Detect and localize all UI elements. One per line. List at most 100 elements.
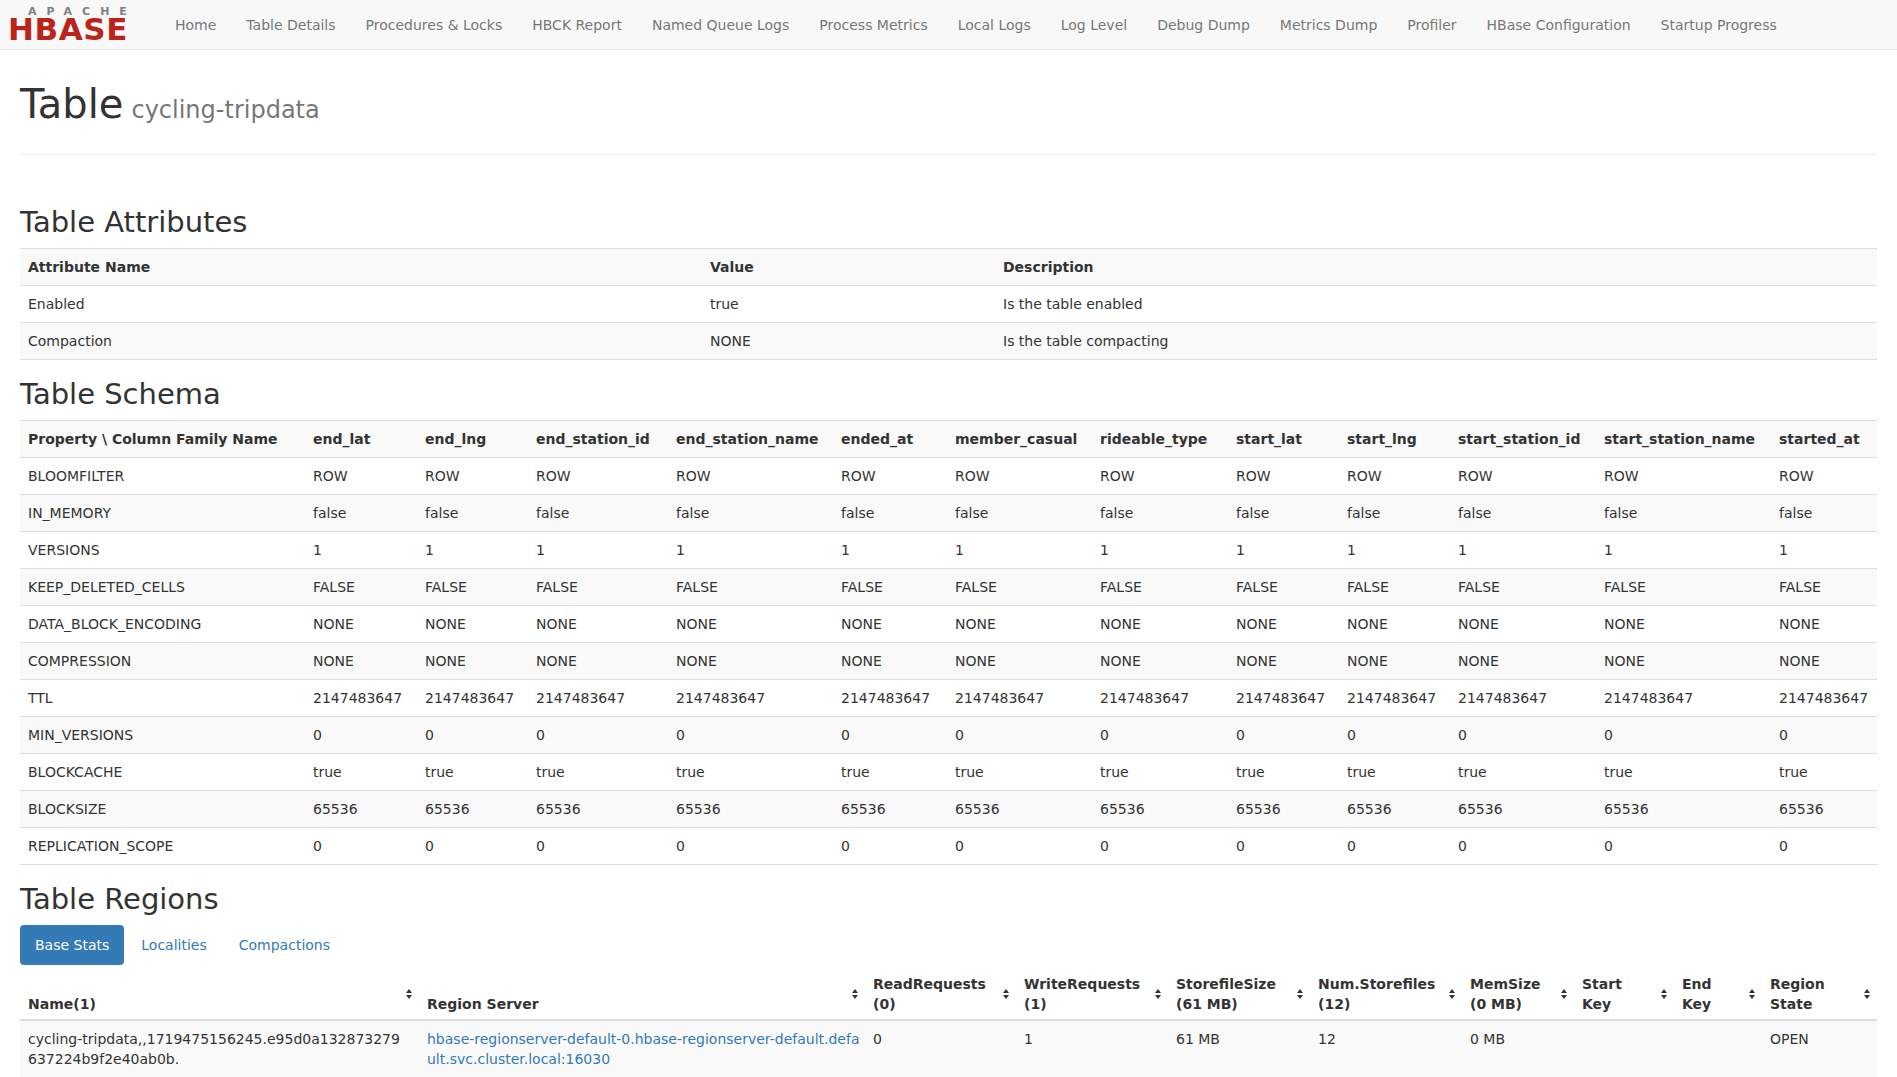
- sort-asc-arrow: [1749, 989, 1755, 993]
- attributes-header-row: Attribute NameValueDescription: [20, 248, 1877, 285]
- navbar-item[interactable]: Procedures & Locks: [351, 17, 518, 33]
- sort-icon[interactable]: [1561, 989, 1567, 999]
- schema-value-cell: true: [668, 753, 833, 790]
- column-family-header: end_lat: [305, 420, 417, 457]
- sort-asc-arrow: [852, 989, 858, 993]
- sort-icon[interactable]: [1661, 989, 1667, 999]
- schema-value-cell: NONE: [1771, 605, 1877, 642]
- navbar-item[interactable]: Local Logs: [943, 17, 1046, 33]
- navbar-item[interactable]: HBCK Report: [517, 17, 637, 33]
- tab-label[interactable]: Base Stats: [20, 925, 124, 965]
- schema-value-cell: FALSE: [947, 568, 1092, 605]
- sort-desc-arrow: [1449, 995, 1455, 999]
- schema-value-cell: NONE: [528, 605, 668, 642]
- schema-value-cell: false: [833, 494, 947, 531]
- navbar-item[interactable]: Startup Progress: [1646, 17, 1792, 33]
- sort-icon[interactable]: [1297, 989, 1303, 999]
- schema-value-cell: 1: [833, 531, 947, 568]
- schema-value-cell: FALSE: [417, 568, 528, 605]
- schema-value-cell: 1: [417, 531, 528, 568]
- sort-desc-arrow: [852, 995, 858, 999]
- sortable-column-header[interactable]: WriteRequests (1): [1016, 969, 1168, 1020]
- navbar-item[interactable]: Profiler: [1392, 17, 1471, 33]
- page-title-text: Table: [20, 81, 123, 127]
- sort-icon[interactable]: [1749, 989, 1755, 999]
- column-family-header: started_at: [1771, 420, 1877, 457]
- schema-property-cell: KEEP_DELETED_CELLS: [20, 568, 305, 605]
- navbar-item[interactable]: Process Metrics: [804, 17, 942, 33]
- sort-desc-arrow: [1297, 995, 1303, 999]
- navbar-item[interactable]: Table Details: [231, 17, 350, 33]
- sort-icon[interactable]: [1155, 989, 1161, 999]
- sort-icon[interactable]: [406, 989, 412, 999]
- region-server-cell: hbase-regionserver-default-0.hbase-regio…: [419, 1020, 865, 1077]
- schema-value-cell: false: [528, 494, 668, 531]
- tab-label[interactable]: Localities: [126, 925, 221, 965]
- sortable-column-header[interactable]: ReadRequests (0): [865, 969, 1016, 1020]
- sortable-column-header[interactable]: MemSize (0 MB): [1462, 969, 1574, 1020]
- column-header-label: Region State: [1770, 974, 1825, 1014]
- navbar-item[interactable]: Named Queue Logs: [637, 17, 804, 33]
- navbar-item[interactable]: Home: [160, 17, 231, 33]
- sort-asc-arrow: [406, 989, 412, 993]
- schema-value-cell: 0: [305, 716, 417, 753]
- schema-value-cell: 65536: [1450, 790, 1596, 827]
- region-state-cell: OPEN: [1762, 1020, 1877, 1077]
- schema-value-cell: false: [1339, 494, 1450, 531]
- schema-value-cell: NONE: [668, 642, 833, 679]
- schema-value-cell: 1: [1339, 531, 1450, 568]
- table-attributes: Attribute NameValueDescriptionEnabledtru…: [20, 248, 1877, 360]
- schema-value-cell: 2147483647: [1228, 679, 1339, 716]
- navbar-menu: HomeTable DetailsProcedures & LocksHBCK …: [160, 17, 1792, 33]
- sortable-column-header[interactable]: Start Key: [1574, 969, 1674, 1020]
- regions-tabs: Base StatsLocalitiesCompactions: [20, 925, 1877, 965]
- sort-icon[interactable]: [1864, 989, 1870, 999]
- schema-property-cell: TTL: [20, 679, 305, 716]
- schema-value-cell: 2147483647: [417, 679, 528, 716]
- schema-value-cell: NONE: [833, 642, 947, 679]
- region-server-link[interactable]: hbase-regionserver-default-0.hbase-regio…: [427, 1031, 859, 1067]
- schema-value-cell: 65536: [1339, 790, 1450, 827]
- sort-icon[interactable]: [1003, 989, 1009, 999]
- schema-value-cell: 65536: [417, 790, 528, 827]
- schema-row: BLOCKCACHEtruetruetruetruetruetruetruetr…: [20, 753, 1877, 790]
- schema-value-cell: FALSE: [1596, 568, 1771, 605]
- sortable-column-header[interactable]: Region Server: [419, 969, 865, 1020]
- column-family-header: start_lng: [1339, 420, 1450, 457]
- schema-value-cell: 65536: [1228, 790, 1339, 827]
- read-requests-cell: 0: [865, 1020, 1016, 1077]
- schema-value-cell: FALSE: [668, 568, 833, 605]
- navbar-item[interactable]: Log Level: [1046, 17, 1142, 33]
- column-header-label: End Key: [1682, 974, 1712, 1014]
- navbar-item[interactable]: Metrics Dump: [1265, 17, 1392, 33]
- schema-value-cell: true: [833, 753, 947, 790]
- schema-value-cell: NONE: [668, 605, 833, 642]
- column-header: Description: [995, 248, 1877, 285]
- schema-value-cell: NONE: [1339, 642, 1450, 679]
- sortable-column-header[interactable]: End Key: [1674, 969, 1762, 1020]
- schema-value-cell: true: [1771, 753, 1877, 790]
- sortable-column-header[interactable]: StorefileSize (61 MB): [1168, 969, 1310, 1020]
- sort-icon[interactable]: [852, 989, 858, 999]
- tab-label[interactable]: Compactions: [224, 925, 345, 965]
- schema-value-cell: 1: [528, 531, 668, 568]
- hbase-logo[interactable]: APACHE HBASE: [8, 6, 144, 41]
- sortable-column-header[interactable]: Region State: [1762, 969, 1877, 1020]
- schema-value-cell: false: [417, 494, 528, 531]
- schema-value-cell: ROW: [1228, 457, 1339, 494]
- end-key-cell: [1674, 1020, 1762, 1077]
- sortable-column-header[interactable]: Num.Storefiles (12): [1310, 969, 1462, 1020]
- navbar-item[interactable]: Debug Dump: [1142, 17, 1265, 33]
- sort-desc-arrow: [406, 995, 412, 999]
- schema-value-cell: false: [305, 494, 417, 531]
- sortable-column-header[interactable]: Name(1): [20, 969, 419, 1020]
- column-header: Value: [702, 248, 995, 285]
- sort-asc-arrow: [1449, 989, 1455, 993]
- sort-icon[interactable]: [1449, 989, 1455, 999]
- sort-desc-arrow: [1561, 995, 1567, 999]
- schema-value-cell: NONE: [947, 605, 1092, 642]
- schema-property-cell: BLOCKSIZE: [20, 790, 305, 827]
- schema-value-cell: false: [947, 494, 1092, 531]
- navbar-item[interactable]: HBase Configuration: [1472, 17, 1646, 33]
- schema-value-cell: NONE: [947, 642, 1092, 679]
